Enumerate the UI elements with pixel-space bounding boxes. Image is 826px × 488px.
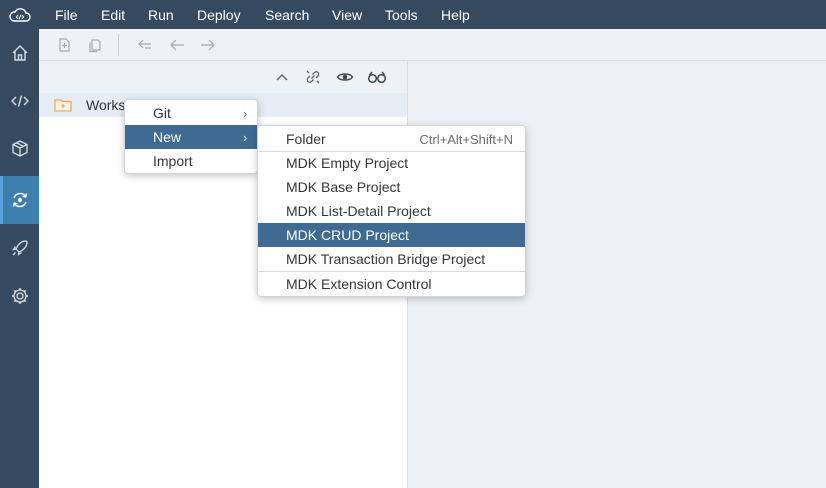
go-to-last-edit-icon[interactable] <box>136 36 154 54</box>
menu-view[interactable]: View <box>332 0 362 29</box>
menu-search[interactable]: Search <box>265 0 309 29</box>
submenu-item-label: Folder <box>286 131 326 147</box>
copy-file-icon[interactable] <box>86 36 104 54</box>
menubar: File Edit Run Deploy Search View Tools H… <box>0 0 826 29</box>
toolbar <box>39 29 826 61</box>
context-menu-item-label: Git <box>153 105 171 121</box>
forward-arrow-icon[interactable] <box>199 36 217 54</box>
submenu-item-mdk-list-detail-project[interactable]: MDK List-Detail Project <box>258 199 525 223</box>
context-menu-item-label: New <box>153 129 182 145</box>
home-icon[interactable] <box>0 29 39 77</box>
context-menu-item-git[interactable]: Git › <box>125 101 257 125</box>
submenu-item-mdk-crud-project[interactable]: MDK CRUD Project <box>258 223 525 247</box>
glasses-icon[interactable] <box>367 67 387 87</box>
rocket-icon[interactable] <box>0 224 39 272</box>
chevron-right-icon: › <box>243 105 248 121</box>
activity-bar <box>0 29 39 488</box>
menu-tools[interactable]: Tools <box>385 0 418 29</box>
workspace-label: Works <box>86 97 126 113</box>
settings-icon[interactable] <box>0 272 39 320</box>
submenu-item-mdk-transaction-bridge-project[interactable]: MDK Transaction Bridge Project <box>258 247 525 271</box>
new-submenu: Folder Ctrl+Alt+Shift+N MDK Empty Projec… <box>257 125 526 297</box>
code-icon[interactable] <box>0 77 39 125</box>
explorer-header <box>39 61 407 93</box>
submenu-item-label: MDK Empty Project <box>286 155 409 171</box>
keyboard-shortcut: Ctrl+Alt+Shift+N <box>419 131 513 147</box>
back-arrow-icon[interactable] <box>168 36 186 54</box>
submenu-item-label: MDK List-Detail Project <box>286 203 431 219</box>
folder-icon <box>54 98 72 115</box>
submenu-item-label: MDK Extension Control <box>286 276 432 292</box>
chevron-right-icon: › <box>243 129 248 145</box>
submenu-item-label: MDK Base Project <box>286 179 401 195</box>
collapse-chevron-up-icon[interactable] <box>272 67 292 87</box>
submenu-item-mdk-base-project[interactable]: MDK Base Project <box>258 175 525 199</box>
menu-help[interactable]: Help <box>441 0 470 29</box>
submenu-item-label: MDK Transaction Bridge Project <box>286 251 486 267</box>
submenu-item-mdk-extension-control[interactable]: MDK Extension Control <box>258 272 525 296</box>
context-menu-item-new[interactable]: New › <box>125 125 257 149</box>
sync-icon[interactable] <box>0 176 39 224</box>
package-icon[interactable] <box>0 125 39 173</box>
menu-file[interactable]: File <box>55 0 78 29</box>
cloud-code-logo-icon <box>0 0 40 29</box>
show-hidden-files-eye-icon[interactable] <box>335 67 355 87</box>
menu-run[interactable]: Run <box>148 0 174 29</box>
link-with-editor-icon[interactable] <box>303 67 323 87</box>
menu-deploy[interactable]: Deploy <box>197 0 241 29</box>
submenu-item-folder[interactable]: Folder Ctrl+Alt+Shift+N <box>258 127 525 151</box>
context-menu: Git › New › Import <box>124 99 258 174</box>
context-menu-item-import[interactable]: Import <box>125 149 257 173</box>
context-menu-item-label: Import <box>153 153 193 169</box>
toolbar-separator <box>118 34 119 56</box>
submenu-item-label: MDK CRUD Project <box>286 227 409 243</box>
new-file-icon[interactable] <box>55 36 73 54</box>
submenu-item-mdk-empty-project[interactable]: MDK Empty Project <box>258 151 525 175</box>
menu-edit[interactable]: Edit <box>101 0 125 29</box>
